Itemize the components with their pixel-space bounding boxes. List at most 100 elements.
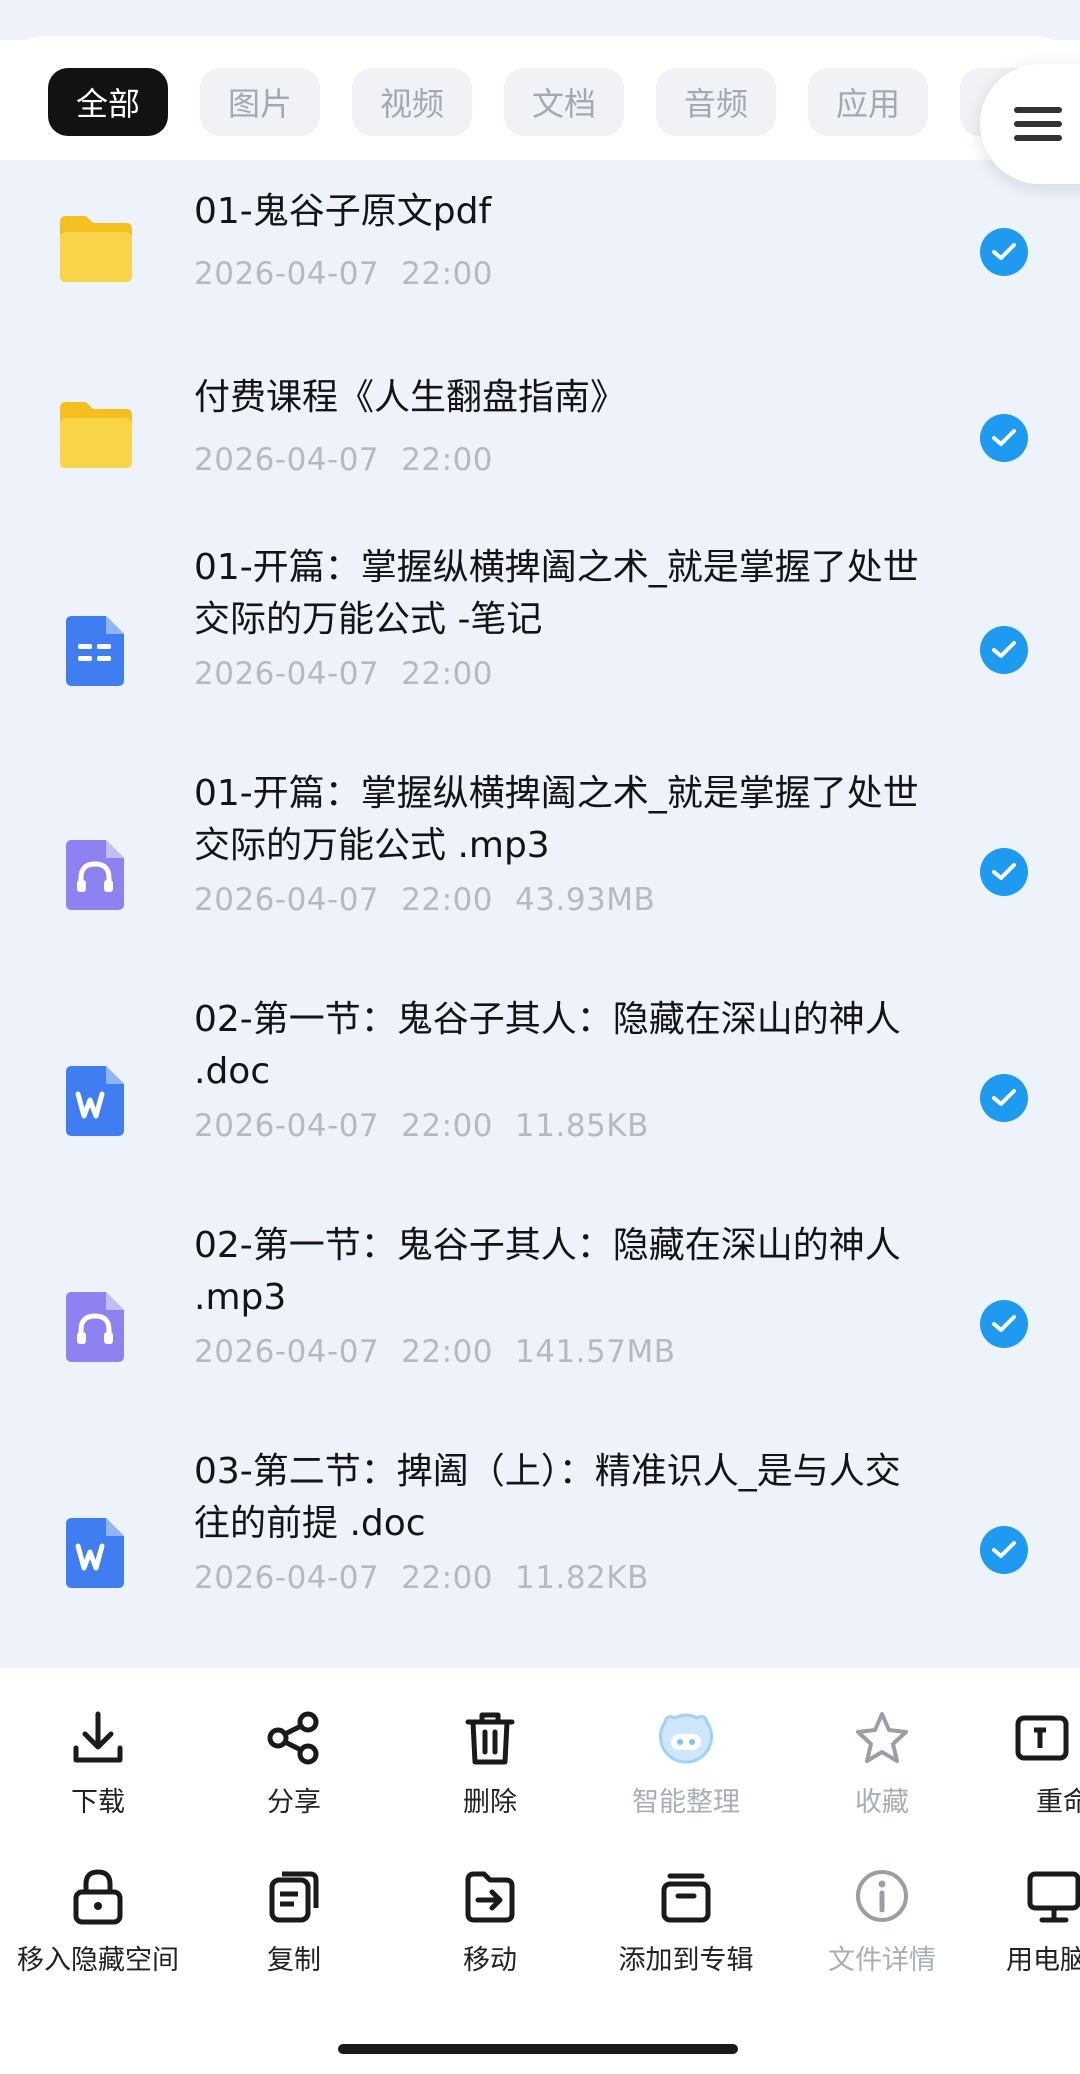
file-time: 22:00 xyxy=(401,1334,494,1370)
file-size: 141.57MB xyxy=(515,1334,676,1370)
action-panel: 下载 分享 删除 智能整理 收藏 重命 移入隐藏空间 复制 移动 添加到专辑 文… xyxy=(0,1668,1080,2074)
file-date: 2026-04-07 xyxy=(194,1108,380,1144)
file-time: 22:00 xyxy=(401,442,494,478)
file-date: 2026-04-07 xyxy=(194,1334,380,1370)
selected-checkbox[interactable] xyxy=(980,626,1028,674)
home-indicator[interactable] xyxy=(338,2044,738,2054)
word-file-icon xyxy=(66,1066,124,1136)
file-name: 02-第一节：鬼谷子其人：隐藏在深山的神人 .mp3 xyxy=(194,1225,901,1318)
file-row[interactable]: 01-开篇：掌握纵横捭阖之术_就是掌握了处世交际的万能公式 .mp3 2026-… xyxy=(0,758,1080,984)
file-list: 01-鬼谷子原文pdf 2026-04-07 22:00 付费课程《人生翻盘指南》… xyxy=(0,160,1080,1662)
filter-chip-apps[interactable]: 应用 xyxy=(808,68,928,136)
selected-checkbox[interactable] xyxy=(980,1526,1028,1574)
add-to-album-button[interactable]: 添加到专辑 xyxy=(588,1866,784,1977)
selected-checkbox[interactable] xyxy=(980,414,1028,462)
move-button[interactable]: 移动 xyxy=(392,1866,588,1977)
selected-checkbox[interactable] xyxy=(980,228,1028,276)
move-to-hidden-button[interactable]: 移入隐藏空间 xyxy=(0,1866,196,1977)
filter-chips: 全部 图片 视频 文档 音频 应用 其 xyxy=(48,68,1080,136)
file-row[interactable]: 02-第一节：鬼谷子其人：隐藏在深山的神人 .mp3 2026-04-07 22:… xyxy=(0,1210,1080,1436)
action-label: 文件详情 xyxy=(828,1945,936,1976)
file-time: 22:00 xyxy=(401,1108,494,1144)
file-meta: 2026-04-07 22:00 11.82KB xyxy=(194,1560,671,1596)
action-label: 下载 xyxy=(71,1787,125,1818)
smart-organize-icon xyxy=(658,1713,714,1764)
download-button[interactable]: 下载 xyxy=(0,1708,196,1819)
selected-checkbox[interactable] xyxy=(980,1074,1028,1122)
file-time: 22:00 xyxy=(401,256,494,292)
audio-file-icon xyxy=(66,840,124,910)
file-time: 22:00 xyxy=(401,882,494,918)
file-meta: 2026-04-07 22:00 xyxy=(194,656,515,692)
file-details-button[interactable]: 文件详情 xyxy=(784,1866,980,1977)
action-label: 用电脑 xyxy=(1006,1945,1080,1976)
rename-button[interactable]: 重命 xyxy=(996,1708,1080,1819)
action-label: 智能整理 xyxy=(632,1787,740,1818)
share-button[interactable]: 分享 xyxy=(196,1708,392,1819)
star-icon xyxy=(856,1712,908,1763)
file-date: 2026-04-07 xyxy=(194,1560,380,1596)
file-name: 付费课程《人生翻盘指南》 xyxy=(194,377,627,418)
file-row[interactable]: 03-第二节：捭阖（上）：精准识人_是与人交往的前提 .doc 2026-04-… xyxy=(0,1436,1080,1662)
delete-button[interactable]: 删除 xyxy=(392,1708,588,1819)
file-name: 02-第一节：鬼谷子其人：隐藏在深山的神人 .doc xyxy=(194,999,901,1092)
file-row[interactable]: 01-鬼谷子原文pdf 2026-04-07 22:00 xyxy=(0,160,1080,346)
file-size: 43.93MB xyxy=(515,882,656,918)
check-icon xyxy=(992,863,1016,880)
copy-icon xyxy=(269,1871,319,1923)
action-label: 移动 xyxy=(463,1945,517,1976)
file-meta: 2026-04-07 22:00 43.93MB xyxy=(194,882,677,918)
file-name: 01-开篇：掌握纵横捭阖之术_就是掌握了处世交际的万能公式 .mp3 xyxy=(194,773,919,866)
audio-file-icon xyxy=(66,1292,124,1362)
word-file-icon xyxy=(66,1518,124,1588)
move-icon xyxy=(465,1871,515,1923)
file-row[interactable]: 付费课程《人生翻盘指南》 2026-04-07 22:00 xyxy=(0,346,1080,532)
computer-icon xyxy=(1027,1871,1080,1923)
check-icon xyxy=(992,1315,1016,1332)
folder-icon xyxy=(60,216,132,282)
album-icon xyxy=(661,1873,711,1923)
lock-icon xyxy=(73,1869,123,1925)
folder-icon xyxy=(60,402,132,468)
filter-bar: 全部 图片 视频 文档 音频 应用 其 xyxy=(0,0,1080,184)
check-icon xyxy=(992,243,1016,260)
file-size: 11.85KB xyxy=(515,1108,649,1144)
action-label: 移入隐藏空间 xyxy=(17,1945,179,1976)
file-name: 01-鬼谷子原文pdf xyxy=(194,191,492,232)
info-icon xyxy=(856,1870,908,1922)
smart-organize-button[interactable]: 智能整理 xyxy=(588,1708,784,1819)
check-icon xyxy=(992,429,1016,446)
share-icon xyxy=(267,1711,319,1765)
rename-icon xyxy=(1015,1715,1069,1761)
note-file-icon xyxy=(66,616,124,686)
open-on-computer-button[interactable]: 用电脑 xyxy=(996,1866,1080,1977)
file-meta: 2026-04-07 22:00 xyxy=(194,256,515,292)
hamburger-icon xyxy=(1014,99,1062,149)
file-meta: 2026-04-07 22:00 141.57MB xyxy=(194,1334,698,1370)
action-label: 删除 xyxy=(463,1787,517,1818)
file-row[interactable]: 02-第一节：鬼谷子其人：隐藏在深山的神人 .doc 2026-04-07 22:… xyxy=(0,984,1080,1210)
filter-chip-videos[interactable]: 视频 xyxy=(352,68,472,136)
filter-chip-images[interactable]: 图片 xyxy=(200,68,320,136)
file-meta: 2026-04-07 22:00 xyxy=(194,442,515,478)
file-date: 2026-04-07 xyxy=(194,256,380,292)
file-row[interactable]: 01-开篇：掌握纵横捭阖之术_就是掌握了处世交际的万能公式 -笔记 2026-0… xyxy=(0,532,1080,758)
action-label: 添加到专辑 xyxy=(618,1945,754,1976)
file-name: 01-开篇：掌握纵横捭阖之术_就是掌握了处世交际的万能公式 -笔记 xyxy=(194,547,919,640)
action-label: 收藏 xyxy=(855,1787,909,1818)
file-date: 2026-04-07 xyxy=(194,442,380,478)
download-icon xyxy=(73,1711,123,1763)
selected-checkbox[interactable] xyxy=(980,848,1028,896)
file-time: 22:00 xyxy=(401,656,494,692)
filter-chip-all[interactable]: 全部 xyxy=(48,68,168,136)
filter-chip-documents[interactable]: 文档 xyxy=(504,68,624,136)
file-name: 03-第二节：捭阖（上）：精准识人_是与人交往的前提 .doc xyxy=(194,1451,901,1544)
check-icon xyxy=(992,1089,1016,1106)
filter-chip-audio[interactable]: 音频 xyxy=(656,68,776,136)
selected-checkbox[interactable] xyxy=(980,1300,1028,1348)
copy-button[interactable]: 复制 xyxy=(196,1866,392,1977)
action-label: 复制 xyxy=(267,1945,321,1976)
check-icon xyxy=(992,1541,1016,1558)
file-time: 22:00 xyxy=(401,1560,494,1596)
favorite-button[interactable]: 收藏 xyxy=(784,1708,980,1819)
